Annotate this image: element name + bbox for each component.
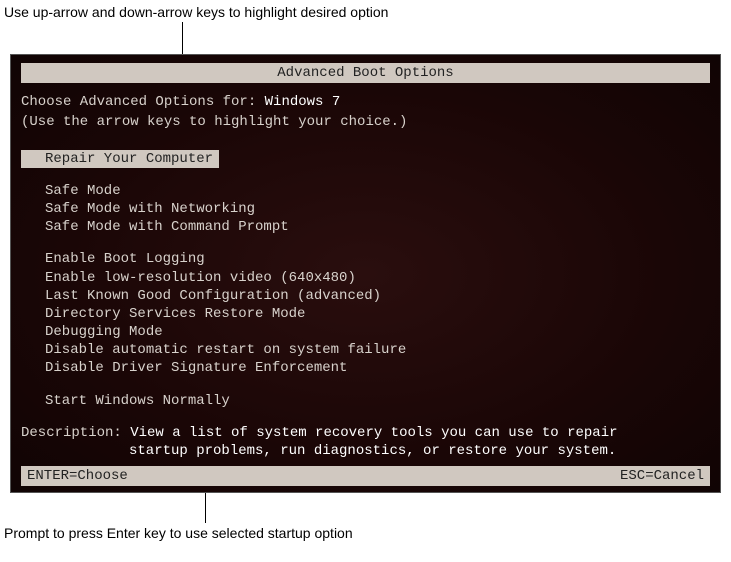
- footer-enter: ENTER=Choose: [27, 467, 128, 485]
- description-line1: View a list of system recovery tools you…: [130, 425, 617, 441]
- footer-bar: ENTER=Choose ESC=Cancel: [21, 466, 710, 486]
- arrow-keys-hint: (Use the arrow keys to highlight your ch…: [21, 113, 710, 131]
- title-bar: Advanced Boot Options: [21, 63, 710, 83]
- boot-option-ds-restore[interactable]: Directory Services Restore Mode: [21, 305, 710, 323]
- description-block: Description: View a list of system recov…: [21, 424, 710, 460]
- description-label: Description:: [21, 425, 130, 441]
- boot-option-safe-mode-cmd[interactable]: Safe Mode with Command Prompt: [21, 218, 710, 236]
- boot-option-lowres-video[interactable]: Enable low-resolution video (640x480): [21, 269, 710, 287]
- os-name: Windows 7: [265, 94, 341, 110]
- callout-bottom-leader: [205, 493, 206, 523]
- boot-option-last-known-good[interactable]: Last Known Good Configuration (advanced): [21, 287, 710, 305]
- prompt-line: Choose Advanced Options for: Windows 7: [21, 93, 710, 111]
- boot-option-boot-logging[interactable]: Enable Boot Logging: [21, 250, 710, 268]
- boot-option-debugging[interactable]: Debugging Mode: [21, 323, 710, 341]
- callout-top-leader: [182, 22, 183, 54]
- boot-option-label: Repair Your Computer: [21, 150, 219, 168]
- boot-option-disable-autorestart[interactable]: Disable automatic restart on system fail…: [21, 341, 710, 359]
- callout-top-text: Use up-arrow and down-arrow keys to high…: [0, 0, 731, 22]
- prompt-prefix: Choose Advanced Options for:: [21, 94, 265, 110]
- boot-option-repair[interactable]: Repair Your Computer: [21, 150, 710, 168]
- boot-screen: Advanced Boot Options Choose Advanced Op…: [10, 54, 721, 493]
- boot-option-disable-driver-sig[interactable]: Disable Driver Signature Enforcement: [21, 359, 710, 377]
- boot-option-safe-mode-net[interactable]: Safe Mode with Networking: [21, 200, 710, 218]
- callout-bottom-text: Prompt to press Enter key to use selecte…: [0, 523, 731, 545]
- boot-option-safe-mode[interactable]: Safe Mode: [21, 182, 710, 200]
- footer-esc: ESC=Cancel: [620, 467, 704, 485]
- boot-option-start-normally[interactable]: Start Windows Normally: [21, 392, 710, 410]
- description-line2: startup problems, run diagnostics, or re…: [21, 442, 710, 460]
